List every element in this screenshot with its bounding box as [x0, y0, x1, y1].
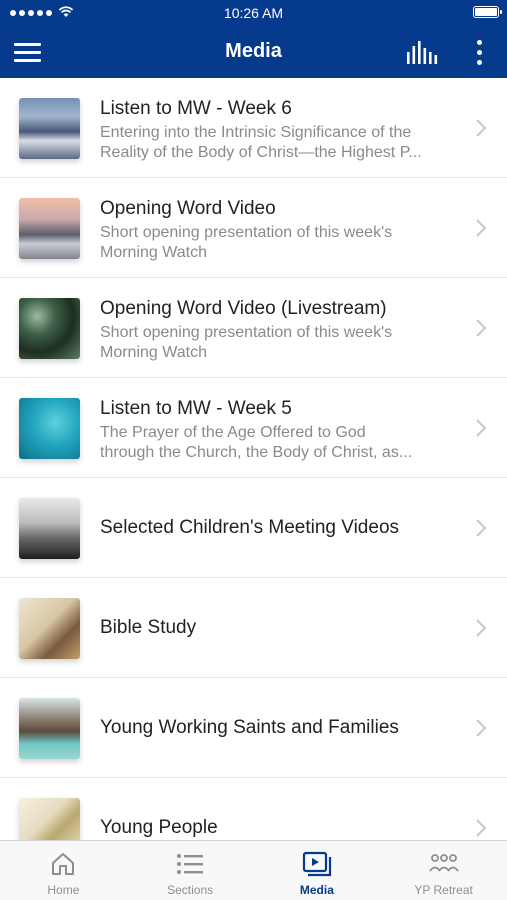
thumbnail-image — [19, 198, 80, 259]
list-item[interactable]: Bible Study — [0, 578, 507, 678]
list-icon — [177, 854, 204, 874]
item-subtitle: The Prayer of the Age Offered to God thro… — [100, 424, 413, 461]
app-header: 10:26 AM Media — [0, 0, 507, 78]
more-options-icon[interactable] — [469, 36, 489, 68]
tab-home[interactable]: Home — [0, 841, 127, 900]
list-item[interactable]: Selected Children's Meeting Videos — [0, 478, 507, 578]
item-title: Listen to MW - Week 5 — [100, 398, 292, 419]
equalizer-icon[interactable] — [403, 36, 439, 68]
item-subtitle: Short opening presentation of this week'… — [100, 224, 393, 261]
status-time: 10:26 AM — [223, 5, 284, 21]
thumbnail-image — [19, 598, 80, 659]
list-item[interactable]: Young Working Saints and Families — [0, 678, 507, 778]
chevron-right-icon — [476, 619, 487, 637]
item-title: Listen to MW - Week 6 — [100, 98, 292, 119]
thumbnail-image — [19, 698, 80, 759]
item-subtitle: Entering into the Intrinsic Significance… — [100, 124, 422, 161]
tab-label: YP Retreat — [414, 883, 473, 897]
item-title: Bible Study — [100, 617, 197, 638]
tab-sections[interactable]: Sections — [127, 841, 254, 900]
tab-bar: Home Sections Media YP Retreat — [0, 840, 507, 900]
thumbnail-image — [19, 398, 80, 459]
tab-yp-retreat[interactable]: YP Retreat — [380, 841, 507, 900]
thumbnail-image — [19, 798, 80, 840]
chevron-right-icon — [476, 219, 487, 237]
tab-label: Home — [47, 883, 80, 897]
item-title: Young People — [100, 817, 218, 838]
chevron-right-icon — [476, 519, 487, 537]
battery-icon — [473, 6, 502, 18]
list-item[interactable]: Young People — [0, 778, 507, 840]
chevron-right-icon — [476, 319, 487, 337]
thumbnail-image — [19, 498, 80, 559]
list-item[interactable]: Listen to MW - Week 5 The Prayer of the … — [0, 378, 507, 478]
chevron-right-icon — [476, 819, 487, 837]
list-item[interactable]: Opening Word Video Short opening present… — [0, 178, 507, 278]
item-title: Selected Children's Meeting Videos — [100, 517, 400, 538]
tab-media[interactable]: Media — [254, 841, 381, 900]
list-item[interactable]: Opening Word Video (Livestream) Short op… — [0, 278, 507, 378]
item-title: Opening Word Video — [100, 198, 276, 219]
home-icon — [52, 853, 75, 875]
nav-bar: Media — [0, 26, 507, 78]
thumbnail-image — [19, 98, 80, 159]
tab-label: Sections — [167, 883, 214, 897]
chevron-right-icon — [476, 719, 487, 737]
item-title: Opening Word Video (Livestream) — [100, 298, 387, 319]
chevron-right-icon — [476, 119, 487, 137]
tab-label: Media — [299, 883, 334, 897]
list-item[interactable]: Listen to MW - Week 6 Entering into the … — [0, 78, 507, 178]
video-icon — [302, 851, 331, 877]
item-title: Young Working Saints and Families — [100, 717, 399, 738]
thumbnail-image — [19, 298, 80, 359]
chevron-right-icon — [476, 419, 487, 437]
group-icon — [428, 854, 459, 872]
media-list: Listen to MW - Week 6 Entering into the … — [0, 78, 507, 840]
item-subtitle: Short opening presentation of this week'… — [100, 324, 393, 361]
status-bar: 10:26 AM — [0, 0, 507, 26]
